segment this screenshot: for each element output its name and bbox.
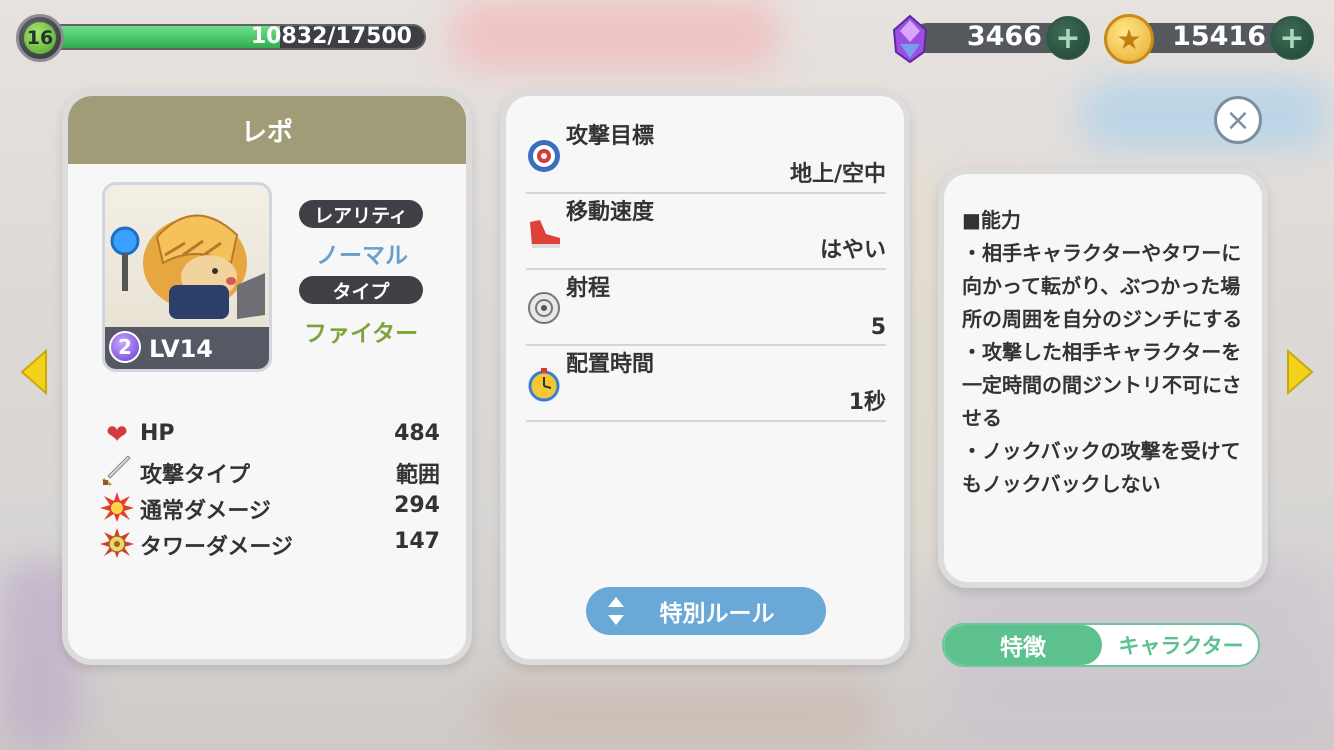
exp-bar-fill — [46, 26, 280, 48]
attr-row-deploy-time: 配置時間 1秒 — [526, 346, 886, 422]
player-level-bar: 10832/17500 16 — [16, 14, 426, 62]
ability-panel: ■能力 ・相手キャラクターやタワーに向かって転がり、ぶつかった場所の周囲を自分の… — [938, 168, 1268, 588]
heart-icon: ❤ — [106, 420, 128, 450]
previous-arrow-icon[interactable] — [18, 349, 48, 395]
attr-row-speed: 移動速度 はやい — [526, 194, 886, 270]
range-icon — [528, 292, 560, 324]
target-icon — [528, 140, 560, 172]
background-blur — [480, 680, 880, 750]
next-arrow-icon[interactable] — [1286, 349, 1316, 395]
coin-counter: ★ 15416 + — [1104, 14, 1314, 64]
gem-counter: 3466 + — [890, 14, 1090, 64]
stat-value: 294 — [394, 493, 440, 518]
coin-count: 15416 — [1172, 21, 1266, 52]
level-badge: 16 — [16, 14, 64, 62]
attr-value: 地上/空中 — [789, 162, 886, 187]
stat-row-hp: ❤ HP 484 — [100, 418, 440, 452]
shoe-icon — [530, 220, 560, 248]
type-value: ファイター — [304, 321, 419, 347]
rarity-label: レアリティ — [299, 200, 423, 228]
attr-label: 攻撃目標 — [566, 124, 655, 149]
stat-value: 484 — [394, 421, 440, 446]
sword-icon — [102, 456, 131, 486]
attr-label: 配置時間 — [566, 352, 655, 377]
character-name: レポ — [68, 96, 466, 164]
stat-label: 攻撃タイプ — [140, 463, 251, 488]
add-gems-button[interactable]: + — [1046, 16, 1090, 60]
close-button[interactable]: × — [1214, 96, 1262, 144]
attr-value: 5 — [870, 315, 886, 340]
rank-badge: 2 — [109, 331, 141, 363]
attr-row-range: 射程 5 — [526, 270, 886, 346]
type-label: タイプ — [299, 276, 423, 304]
stat-value: 範囲 — [395, 463, 440, 488]
character-illustration — [110, 214, 265, 319]
character-portrait: 2 LV14 — [102, 182, 272, 372]
character-panel: レポ 2 LV14 レアリティ ノーマル タイプ ファイター ❤ HP 484 — [62, 90, 472, 665]
gem-icon — [892, 14, 928, 64]
level-tag: 2 LV14 — [105, 327, 269, 369]
gem-count: 3466 — [966, 21, 1042, 52]
explosion-icon — [100, 492, 134, 522]
add-coins-button[interactable]: + — [1270, 16, 1314, 60]
view-toggle: 特徴 キャラクター — [942, 623, 1260, 667]
ability-description: ■能力 ・相手キャラクターやタワーに向かって転がり、ぶつかった場所の周囲を自分の… — [962, 208, 1243, 496]
stopwatch-icon — [528, 368, 560, 402]
character-level: LV14 — [149, 335, 213, 363]
tab-features[interactable]: 特徴 — [944, 625, 1102, 665]
stat-label: タワーダメージ — [140, 535, 293, 560]
exp-text: 10832/17500 — [250, 24, 412, 49]
exp-bar: 10832/17500 — [44, 24, 426, 50]
stat-label: HP — [140, 421, 175, 446]
attr-label: 射程 — [566, 276, 611, 301]
coin-icon: ★ — [1104, 14, 1154, 64]
attr-label: 移動速度 — [566, 200, 655, 225]
stat-value: 147 — [394, 529, 440, 554]
background-blur — [450, 0, 780, 70]
attributes-panel: 攻撃目標 地上/空中 移動速度 はやい 射程 5 配置時間 1秒 特別ルール — [500, 90, 910, 665]
rarity-value: ノーマル — [316, 243, 408, 269]
level-number: 16 — [24, 22, 56, 54]
special-rule-label: 特別ルール — [659, 601, 775, 627]
stat-row-attack-type: 攻撃タイプ 範囲 — [100, 454, 440, 488]
attr-value: 1秒 — [848, 390, 886, 415]
stat-row-tower-damage: タワーダメージ 147 — [100, 526, 440, 560]
tower-damage-icon — [100, 528, 134, 558]
tab-character[interactable]: キャラクター — [1102, 625, 1258, 665]
attr-value: はやい — [819, 238, 886, 263]
background-blur — [1080, 80, 1330, 150]
special-rule-button[interactable]: 特別ルール — [586, 587, 826, 635]
stat-label: 通常ダメージ — [140, 499, 271, 524]
attr-row-target: 攻撃目標 地上/空中 — [526, 118, 886, 194]
stat-row-normal-damage: 通常ダメージ 294 — [100, 490, 440, 524]
up-down-arrows-icon — [608, 597, 624, 625]
